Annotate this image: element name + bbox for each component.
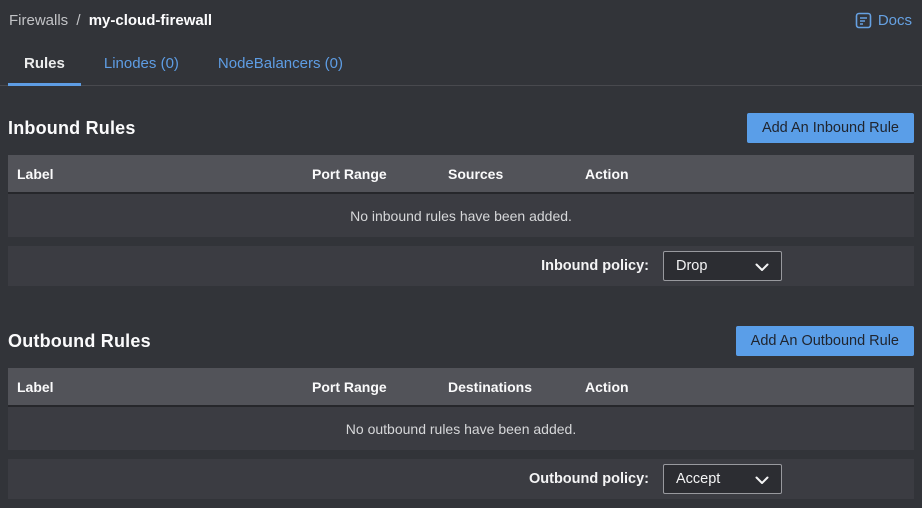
outbound-empty-message: No outbound rules have been added. [8, 405, 914, 450]
outbound-column-port-range: Port Range [312, 379, 448, 395]
inbound-column-label: Label [17, 166, 312, 182]
tab-bar: Rules Linodes (0) NodeBalancers (0) [0, 42, 922, 86]
inbound-policy-row: Inbound policy: Drop [8, 246, 914, 286]
add-outbound-rule-button[interactable]: Add An Outbound Rule [736, 326, 914, 356]
outbound-rules-title: Outbound Rules [8, 331, 151, 352]
outbound-rules-table: Label Port Range Destinations Action No … [8, 368, 914, 450]
outbound-policy-select[interactable]: Accept [663, 464, 782, 494]
add-inbound-rule-button[interactable]: Add An Inbound Rule [747, 113, 914, 143]
chevron-down-icon [755, 474, 769, 485]
tab-rules[interactable]: Rules [8, 42, 81, 85]
docs-link-label: Docs [878, 12, 912, 29]
outbound-column-destinations: Destinations [448, 379, 585, 395]
inbound-column-action: Action [585, 166, 914, 182]
inbound-policy-select[interactable]: Drop [663, 251, 782, 281]
inbound-section-header: Inbound Rules Add An Inbound Rule [0, 113, 922, 143]
inbound-rules-title: Inbound Rules [8, 118, 136, 139]
tab-linodes[interactable]: Linodes (0) [88, 42, 195, 85]
docs-document-icon [855, 12, 872, 29]
inbound-policy-label: Inbound policy: [541, 258, 649, 274]
docs-link[interactable]: Docs [855, 12, 912, 29]
outbound-table-header: Label Port Range Destinations Action [8, 368, 914, 405]
breadcrumb: Firewalls / my-cloud-firewall [9, 12, 212, 29]
outbound-policy-value: Accept [676, 471, 720, 487]
outbound-policy-row: Outbound policy: Accept [8, 459, 914, 499]
top-bar: Firewalls / my-cloud-firewall Docs [0, 0, 922, 30]
outbound-policy-label: Outbound policy: [529, 471, 649, 487]
chevron-down-icon [755, 261, 769, 272]
breadcrumb-separator: / [76, 12, 80, 29]
inbound-rules-table: Label Port Range Sources Action No inbou… [8, 155, 914, 237]
page-title: my-cloud-firewall [89, 12, 212, 29]
tab-nodebalancers[interactable]: NodeBalancers (0) [202, 42, 359, 85]
outbound-section-header: Outbound Rules Add An Outbound Rule [0, 326, 922, 356]
outbound-column-action: Action [585, 379, 914, 395]
inbound-column-port-range: Port Range [312, 166, 448, 182]
inbound-table-header: Label Port Range Sources Action [8, 155, 914, 192]
inbound-policy-value: Drop [676, 258, 707, 274]
inbound-empty-message: No inbound rules have been added. [8, 192, 914, 237]
outbound-column-label: Label [17, 379, 312, 395]
inbound-column-sources: Sources [448, 166, 585, 182]
breadcrumb-firewalls-link[interactable]: Firewalls [9, 12, 68, 29]
